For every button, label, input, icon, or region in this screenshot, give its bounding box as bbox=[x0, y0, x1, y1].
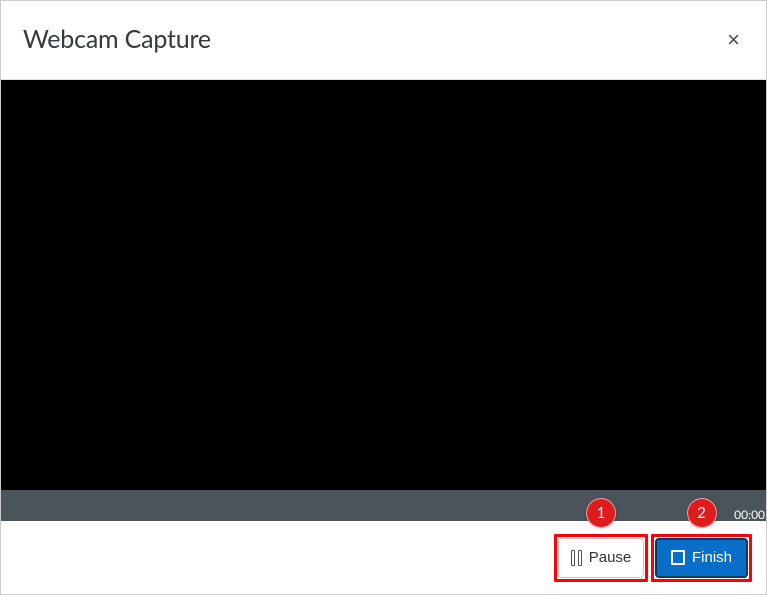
modal-header: Webcam Capture × bbox=[1, 1, 766, 80]
close-button[interactable]: × bbox=[721, 25, 746, 53]
recording-timer: 00:00 bbox=[734, 507, 765, 522]
stop-icon bbox=[671, 550, 685, 565]
finish-button-label: Finish bbox=[692, 549, 732, 566]
modal-title: Webcam Capture bbox=[23, 24, 211, 54]
progress-bar[interactable]: 00:00 bbox=[1, 490, 766, 521]
video-preview-area bbox=[1, 80, 766, 490]
pause-button-wrapper: 1 Pause bbox=[558, 538, 644, 578]
finish-button-wrapper: 2 Finish bbox=[655, 538, 748, 578]
webcam-video-frame bbox=[115, 80, 653, 490]
callout-badge-2: 2 bbox=[687, 498, 717, 528]
pause-button[interactable]: Pause bbox=[558, 538, 644, 578]
pause-icon bbox=[571, 550, 582, 566]
close-icon: × bbox=[727, 27, 740, 52]
finish-button[interactable]: Finish bbox=[655, 538, 748, 578]
modal-footer: 1 Pause 2 Finish bbox=[1, 521, 766, 594]
pause-button-label: Pause bbox=[589, 549, 632, 566]
callout-badge-1: 1 bbox=[586, 498, 616, 528]
